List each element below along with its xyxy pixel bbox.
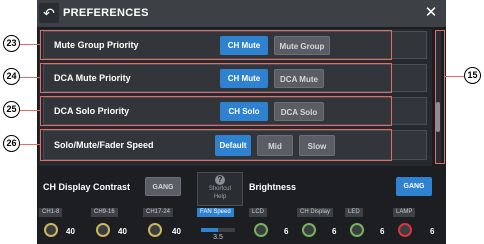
callout-box-15	[435, 30, 445, 164]
knob-ch1-8[interactable]: CH1-8 40	[39, 208, 85, 242]
callout-23: 23	[3, 35, 20, 52]
callout-box-24	[40, 63, 392, 93]
knob-value: 6	[284, 227, 289, 236]
knob-dial-icon[interactable]	[302, 223, 316, 237]
knob-label: CH17-24	[143, 208, 174, 217]
knob-label: LED	[345, 208, 363, 217]
knob-dial-icon[interactable]	[96, 223, 110, 237]
callout-line-25	[20, 110, 40, 111]
knob-label: LCD	[249, 208, 268, 217]
knob-dial-icon[interactable]	[350, 223, 364, 237]
back-icon[interactable]: ↶	[39, 3, 59, 23]
knob-label: CH Display	[297, 208, 334, 217]
knob-label: LAMP	[393, 208, 416, 217]
knob-value: 6	[380, 227, 385, 236]
callout-26: 26	[3, 135, 20, 152]
help-icon: ?	[215, 175, 225, 185]
knob-lcd[interactable]: LCD 6	[249, 208, 295, 242]
knob-dial-icon[interactable]	[44, 223, 58, 237]
knob-label: CH1-8	[39, 208, 63, 217]
shortcut-help-label-2: Help	[213, 194, 227, 200]
knob-dial-icon[interactable]	[254, 223, 268, 237]
knob-led[interactable]: LED 6	[345, 208, 391, 242]
page-title: PREFERENCES	[63, 7, 149, 19]
knob-value: 6	[332, 227, 337, 236]
fan-speed-control[interactable]: FAN Speed 3.5	[197, 208, 243, 242]
callout-15: 15	[464, 67, 481, 84]
title-bar: ↶ PREFERENCES ✕	[37, 0, 446, 27]
knob-ch17-24[interactable]: CH17-24 40	[143, 208, 191, 242]
display-settings-panel: CH Display Contrast GANG ? Shortcut Help…	[37, 166, 446, 244]
callout-line-15	[445, 76, 464, 77]
callout-line-24	[20, 77, 40, 78]
callout-box-23	[40, 30, 392, 60]
fan-speed-value: 3.5	[213, 234, 223, 241]
knob-label: CH9-16	[91, 208, 118, 217]
shortcut-help-button[interactable]: ? Shortcut Help	[197, 172, 243, 206]
ch-display-contrast-label: CH Display Contrast	[43, 182, 131, 192]
knob-value: 40	[172, 227, 181, 236]
knob-ch9-16[interactable]: CH9-16 40	[91, 208, 137, 242]
callout-25: 25	[3, 101, 20, 118]
knob-ch-display[interactable]: CH Display 6	[297, 208, 343, 242]
callout-24: 24	[3, 68, 20, 85]
brightness-label: Brightness	[249, 182, 297, 192]
fan-speed-fill	[201, 228, 218, 232]
callout-line-26	[20, 144, 40, 145]
callout-box-25	[40, 96, 392, 126]
callout-line-23	[20, 44, 40, 45]
fan-speed-label: FAN Speed	[197, 208, 234, 217]
knob-value: 40	[118, 227, 127, 236]
callout-box-26	[40, 129, 392, 161]
knob-value: 6	[430, 227, 435, 236]
knob-value: 40	[66, 227, 75, 236]
shortcut-help-label-1: Shortcut	[208, 186, 232, 192]
knob-dial-icon[interactable]	[148, 223, 162, 237]
fan-speed-bar[interactable]	[201, 228, 235, 232]
knob-dial-icon[interactable]	[398, 223, 412, 237]
close-icon[interactable]: ✕	[422, 3, 440, 23]
knob-lamp[interactable]: LAMP 6	[393, 208, 439, 242]
brightness-gang-button[interactable]: GANG	[396, 177, 432, 196]
contrast-gang-button[interactable]: GANG	[145, 177, 181, 196]
